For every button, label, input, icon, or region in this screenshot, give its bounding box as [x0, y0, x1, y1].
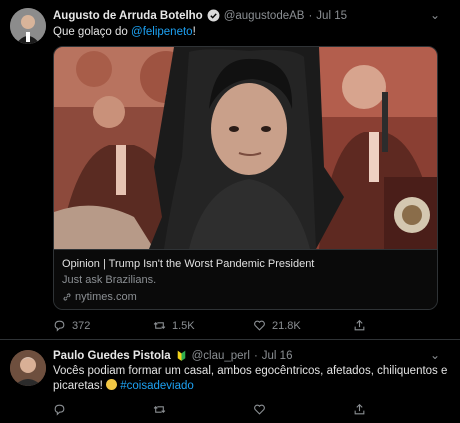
retweet-button[interactable]: 1.5K [153, 319, 253, 332]
author-name[interactable]: Paulo Guedes Pistola [53, 350, 171, 362]
author-handle[interactable]: @augustodeAB [224, 10, 305, 22]
separator-dot: · [253, 349, 258, 362]
retweet-count: 1.5K [172, 319, 195, 332]
share-button[interactable] [353, 403, 453, 416]
tweet-actions [53, 403, 453, 416]
retweet-icon [153, 322, 166, 329]
card-source-domain: nytimes.com [75, 291, 137, 303]
separator-dot: · [308, 9, 313, 22]
card-source: nytimes.com [62, 291, 431, 303]
reply-button[interactable]: 372 [53, 319, 153, 332]
tweet-text-start: Que golaço do [53, 26, 132, 38]
card-description: Just ask Brazilians. [62, 274, 157, 286]
avatar[interactable] [10, 8, 46, 44]
chevron-down-icon[interactable]: ⌄ [430, 8, 440, 22]
tweet-date[interactable]: Jul 15 [316, 10, 347, 22]
tweet-actions: 372 1.5K 21.8K [53, 319, 453, 332]
reply-icon [54, 404, 65, 416]
mention-link[interactable]: @felipeneto [131, 26, 193, 38]
like-icon [254, 404, 265, 415]
tweet-text: Que golaço do @felipeneto! [53, 25, 196, 40]
share-icon [354, 319, 365, 331]
card-title[interactable]: Opinion | Trump Isn't the Worst Pandemic… [62, 258, 431, 270]
hashtag-link[interactable]: #coisadeviado [120, 380, 194, 392]
author-handle[interactable]: @clau_perl [192, 350, 250, 362]
like-count: 21.8K [272, 319, 301, 332]
card-body[interactable]: Opinion | Trump Isn't the Worst Pandemic… [54, 249, 437, 309]
tweet-header: Augusto de Arruda Botelho @augustodeAB ·… [53, 9, 347, 22]
tweet-header: Paulo Guedes Pistola @clau_perl · Jul 16 [53, 349, 292, 362]
reply-button[interactable] [53, 403, 153, 416]
reply-icon [54, 320, 65, 332]
verified-badge-icon [207, 9, 220, 22]
tweet-date[interactable]: Jul 16 [262, 350, 293, 362]
like-button[interactable]: 21.8K [253, 319, 353, 332]
beginner-badge-icon [177, 350, 185, 361]
like-icon [254, 320, 265, 331]
card-image[interactable] [54, 47, 437, 249]
author-name[interactable]: Augusto de Arruda Botelho [53, 10, 203, 22]
tweet[interactable]: Paulo Guedes Pistola @clau_perl · Jul 16… [0, 341, 460, 423]
share-icon [354, 403, 365, 415]
laughing-emoji-icon [106, 379, 118, 390]
tweet-text-end: ! [192, 26, 196, 38]
share-button[interactable] [353, 319, 453, 332]
tweet[interactable]: Augusto de Arruda Botelho @augustodeAB ·… [0, 0, 460, 340]
retweet-icon [153, 406, 166, 413]
link-icon [63, 293, 71, 301]
link-card[interactable]: Opinion | Trump Isn't the Worst Pandemic… [53, 46, 438, 310]
retweet-button[interactable] [153, 403, 253, 416]
reply-count: 372 [72, 319, 91, 332]
chevron-down-icon[interactable]: ⌄ [430, 348, 440, 362]
like-button[interactable] [253, 403, 353, 416]
avatar[interactable] [10, 350, 46, 386]
tweet-text: Vocês podiam formar um casal, ambos egoc… [53, 364, 448, 394]
